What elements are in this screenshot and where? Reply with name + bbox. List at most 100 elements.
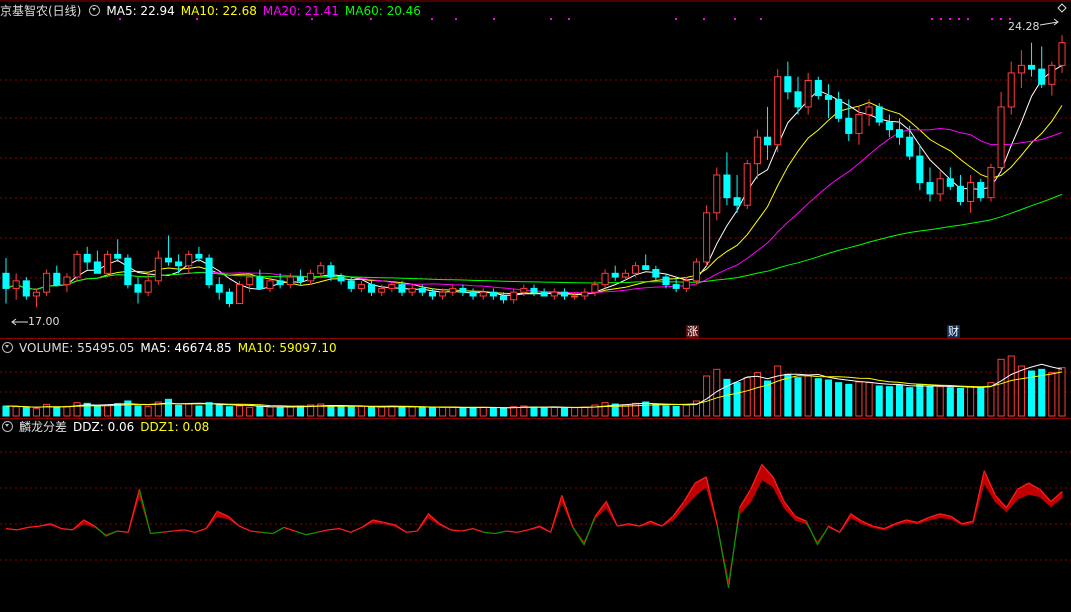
volume-bar (540, 407, 548, 417)
ddz-line (517, 529, 529, 533)
ddz-line (94, 525, 107, 537)
volume-bar (63, 405, 71, 417)
volume-bar (855, 381, 863, 417)
ddz-line (439, 523, 451, 531)
candle-body (611, 272, 619, 278)
volume-bar (449, 406, 457, 417)
candle-body (83, 253, 91, 263)
candle-body (246, 276, 254, 286)
volume-bar (459, 407, 467, 417)
volume-bar (550, 406, 558, 417)
candle-body (540, 291, 548, 297)
signal-dot (550, 18, 552, 20)
ddz-line (472, 528, 485, 533)
candle-body (814, 79, 822, 97)
ddz-line (816, 525, 830, 545)
candle-body (317, 265, 325, 274)
candle-body (63, 276, 71, 286)
candle-body (672, 284, 680, 289)
candle-body (43, 272, 51, 293)
candle-body (875, 106, 883, 123)
ddz-line (705, 476, 718, 527)
volume-bar (296, 405, 305, 417)
ddz-line (583, 516, 596, 545)
candle-body (73, 253, 81, 278)
signal-dot (958, 18, 960, 20)
ddz-line (61, 528, 73, 531)
candle-body (662, 276, 670, 286)
volume-bar (93, 405, 101, 417)
volume-bar (1007, 355, 1015, 417)
candle-body (956, 185, 965, 202)
candle-body (713, 174, 721, 214)
ddz-line (416, 513, 429, 532)
volume-bar (53, 406, 61, 417)
candle-body (916, 155, 924, 184)
volume-bar (225, 406, 233, 417)
candle-body (835, 98, 843, 119)
candle-body (124, 257, 132, 286)
signal-dot (196, 18, 198, 20)
volume-bar (398, 406, 406, 417)
signal-dot (931, 18, 933, 20)
candle-body (449, 287, 457, 293)
volume-bar (753, 372, 761, 417)
volume-bar (885, 386, 893, 417)
ddz-line (227, 515, 240, 527)
high-price-label: 24.28 (1008, 20, 1040, 33)
candle-body (855, 114, 863, 134)
candle-body (763, 136, 772, 146)
candle-body (1058, 42, 1066, 66)
candle-body (307, 272, 315, 282)
volume-bar (215, 403, 223, 417)
volume-ma10-line (5, 371, 1063, 409)
volume-bar (357, 405, 365, 417)
candle-body (205, 257, 213, 286)
ddz-band (1028, 482, 1041, 498)
ddz-line (572, 527, 585, 545)
volume-bar (987, 382, 995, 417)
volume-bar (682, 404, 690, 417)
signal-dot (493, 18, 495, 20)
volume-bar (1017, 365, 1025, 417)
signal-dot (760, 18, 762, 20)
candle-body (967, 182, 975, 202)
ddz-line (150, 531, 162, 535)
ddz-line (5, 528, 18, 531)
candle-body (1007, 72, 1015, 108)
candle-body (144, 280, 152, 293)
ddz-line (317, 529, 329, 533)
ddz-line (127, 489, 140, 533)
volume-bar (347, 406, 355, 417)
candle-body (499, 295, 508, 301)
candle-body (2, 272, 10, 289)
candle-body (154, 257, 162, 282)
candle-body (824, 95, 833, 100)
candle-body (93, 261, 101, 274)
volume-bar (774, 365, 782, 417)
volume-bar (266, 406, 274, 417)
candle-body (296, 276, 305, 282)
volume-bar (124, 400, 132, 417)
volume-bar (794, 377, 802, 417)
candle-body (682, 280, 690, 289)
ddz-line (550, 495, 563, 533)
volume-bar (804, 375, 812, 417)
volume-bar (652, 403, 660, 417)
signal-dot (370, 18, 372, 20)
candle-body (560, 291, 569, 297)
candle-body (987, 166, 995, 199)
volume-bar (642, 401, 650, 417)
candle-body (32, 291, 41, 297)
volume-bar (2, 405, 10, 417)
ddz-line (539, 525, 551, 533)
volume-bar (895, 384, 904, 417)
candle-body (631, 265, 640, 274)
volume-bar (489, 407, 497, 417)
kline-chart[interactable] (0, 0, 1071, 612)
volume-bar (164, 398, 173, 417)
candle-body (134, 284, 142, 293)
candle-body (784, 76, 792, 93)
candle-body (357, 284, 365, 289)
candle-body (753, 136, 761, 165)
